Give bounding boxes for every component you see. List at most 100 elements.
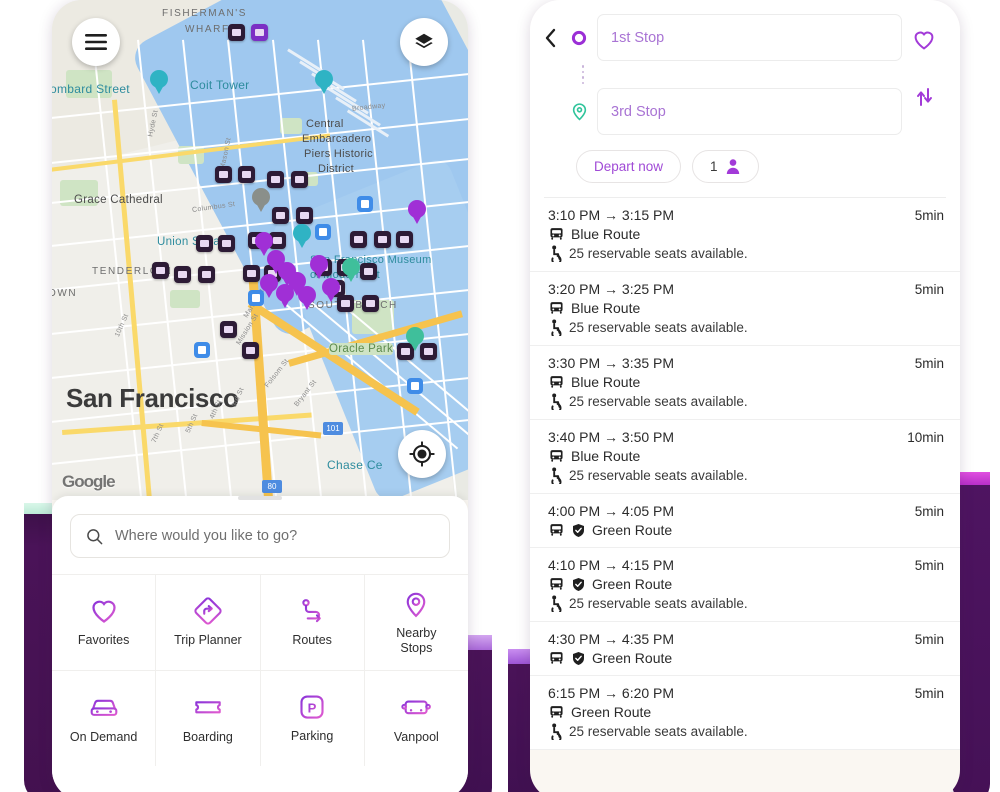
trip-times: 3:20 PM → 3:25 PM (548, 281, 675, 297)
map-marker[interactable] (396, 231, 413, 248)
map-pin[interactable] (252, 188, 270, 212)
map-pin[interactable] (408, 200, 426, 224)
bus-icon (550, 376, 563, 388)
trip-list-item[interactable]: 4:30 PM → 4:35 PM 5min Green Route (530, 622, 960, 676)
depart-now-button[interactable]: Depart now (576, 150, 682, 183)
map-marker[interactable] (360, 263, 377, 280)
map-poi[interactable] (194, 342, 210, 358)
my-location-icon (409, 441, 435, 467)
my-location-button[interactable] (398, 430, 446, 478)
favorite-button[interactable] (911, 28, 937, 52)
bus-icon (550, 706, 563, 718)
map-pin[interactable] (276, 284, 294, 308)
screenshot-root: FISHERMAN'S WHARF ombard Street Coit Tow… (0, 0, 1000, 792)
trip-list-item[interactable]: 3:30 PM → 3:35 PM 5min Blue Route 25 res… (530, 346, 960, 420)
map-pin[interactable] (322, 278, 340, 302)
trip-list-item[interactable]: 4:10 PM → 4:15 PM 5min Green Route 25 re… (530, 548, 960, 622)
map-marker[interactable] (196, 235, 213, 252)
map-marker[interactable] (228, 24, 245, 41)
map-marker[interactable] (243, 265, 260, 282)
hamburger-menu-button[interactable] (72, 18, 120, 66)
quick-action-on-demand[interactable]: On Demand (52, 671, 155, 766)
map-marker[interactable] (291, 171, 308, 188)
trip-list-item[interactable]: 4:00 PM → 4:05 PM 5min Green Route (530, 494, 960, 548)
trip-duration: 5min (914, 208, 944, 223)
wheelchair-accessible-icon (551, 319, 562, 336)
map-marker[interactable] (267, 171, 284, 188)
trip-list-item[interactable]: 3:20 PM → 3:25 PM 5min Blue Route 25 res… (530, 272, 960, 346)
trip-search-header: 1st Stop 3rd Stop Depart now 1 (530, 0, 960, 198)
verified-shield-icon (573, 651, 584, 665)
bus-icon (550, 450, 563, 462)
map-pin[interactable] (315, 70, 333, 94)
trip-duration: 5min (914, 686, 944, 701)
map-marker[interactable] (215, 166, 232, 183)
passenger-count-button[interactable]: 1 (692, 150, 759, 183)
map-view[interactable]: FISHERMAN'S WHARF ombard Street Coit Tow… (52, 0, 468, 500)
map-pin[interactable] (406, 327, 424, 351)
hamburger-menu-icon (85, 34, 107, 50)
map-poi[interactable] (407, 378, 423, 394)
map-marker[interactable] (174, 266, 191, 283)
back-button[interactable] (544, 14, 570, 48)
map-marker[interactable] (238, 166, 255, 183)
trip-seats-text: 25 reservable seats available. (569, 468, 748, 483)
passenger-count-value: 1 (710, 159, 718, 174)
map-marker[interactable] (362, 295, 379, 312)
trip-list-item[interactable]: 3:10 PM → 3:15 PM 5min Blue Route 25 res… (530, 198, 960, 272)
map-poi[interactable] (315, 224, 331, 240)
origin-input[interactable]: 1st Stop (597, 14, 902, 61)
trip-list-item[interactable]: 6:15 PM → 6:20 PM 5min Green Route 25 re… (530, 676, 960, 750)
trip-planner-diamond-icon (194, 597, 222, 625)
map-poi[interactable] (357, 196, 373, 212)
quick-actions-row-2: On Demand Boarding P Parking Vanpool (52, 670, 468, 766)
map-marker[interactable] (350, 231, 367, 248)
map-label: Coit Tower (190, 78, 250, 92)
left-phone-screen: FISHERMAN'S WHARF ombard Street Coit Tow… (52, 0, 468, 792)
route-dots (574, 61, 592, 88)
map-marker[interactable] (152, 262, 169, 279)
quick-action-label: Nearby Stops (396, 625, 437, 655)
location-pin-icon (407, 592, 426, 618)
map-marker[interactable] (198, 266, 215, 283)
map-pin[interactable] (310, 255, 328, 279)
quick-action-trip-planner[interactable]: Trip Planner (155, 575, 259, 670)
map-marker[interactable] (272, 207, 289, 224)
quick-action-boarding[interactable]: Boarding (155, 671, 259, 766)
map-highway-shield: 101 (323, 422, 343, 435)
map-pin[interactable] (150, 70, 168, 94)
swap-stops-button[interactable] (914, 85, 934, 109)
map-pin[interactable] (342, 258, 360, 282)
map-layers-icon (415, 33, 433, 49)
car-icon (90, 700, 117, 719)
trip-times: 4:30 PM → 4:35 PM (548, 631, 675, 647)
trip-route-name: Blue Route (571, 448, 641, 464)
map-marker[interactable] (251, 24, 268, 41)
map-marker[interactable] (374, 231, 391, 248)
quick-action-vanpool[interactable]: Vanpool (363, 671, 468, 766)
quick-action-parking[interactable]: P Parking (259, 671, 364, 766)
trip-duration: 5min (914, 632, 944, 647)
wheelchair-accessible-icon (551, 393, 562, 410)
trip-route-name: Green Route (592, 650, 673, 666)
trip-seats-text: 25 reservable seats available. (569, 246, 748, 261)
search-input[interactable]: Where would you like to go? (70, 514, 450, 558)
bus-icon (550, 578, 563, 590)
quick-action-nearby-stops[interactable]: Nearby Stops (363, 575, 468, 670)
map-marker[interactable] (242, 342, 259, 359)
map-pin[interactable] (260, 274, 278, 298)
quick-action-favorites[interactable]: Favorites (52, 575, 155, 670)
trip-list-item[interactable]: 3:40 PM → 3:50 PM 10min Blue Route 25 re… (530, 420, 960, 494)
map-layers-button[interactable] (400, 18, 448, 66)
map-pin[interactable] (293, 224, 311, 248)
quick-action-routes[interactable]: Routes (259, 575, 364, 670)
trip-route-line: Green Route (548, 522, 944, 538)
map-marker[interactable] (296, 207, 313, 224)
origin-value: 1st Stop (611, 29, 665, 46)
sheet-drag-handle[interactable] (238, 496, 282, 500)
map-marker[interactable] (218, 235, 235, 252)
destination-input[interactable]: 3rd Stop (597, 88, 902, 135)
map-pin[interactable] (298, 286, 316, 310)
quick-action-label: Favorites (77, 633, 130, 648)
map-marker[interactable] (220, 321, 237, 338)
